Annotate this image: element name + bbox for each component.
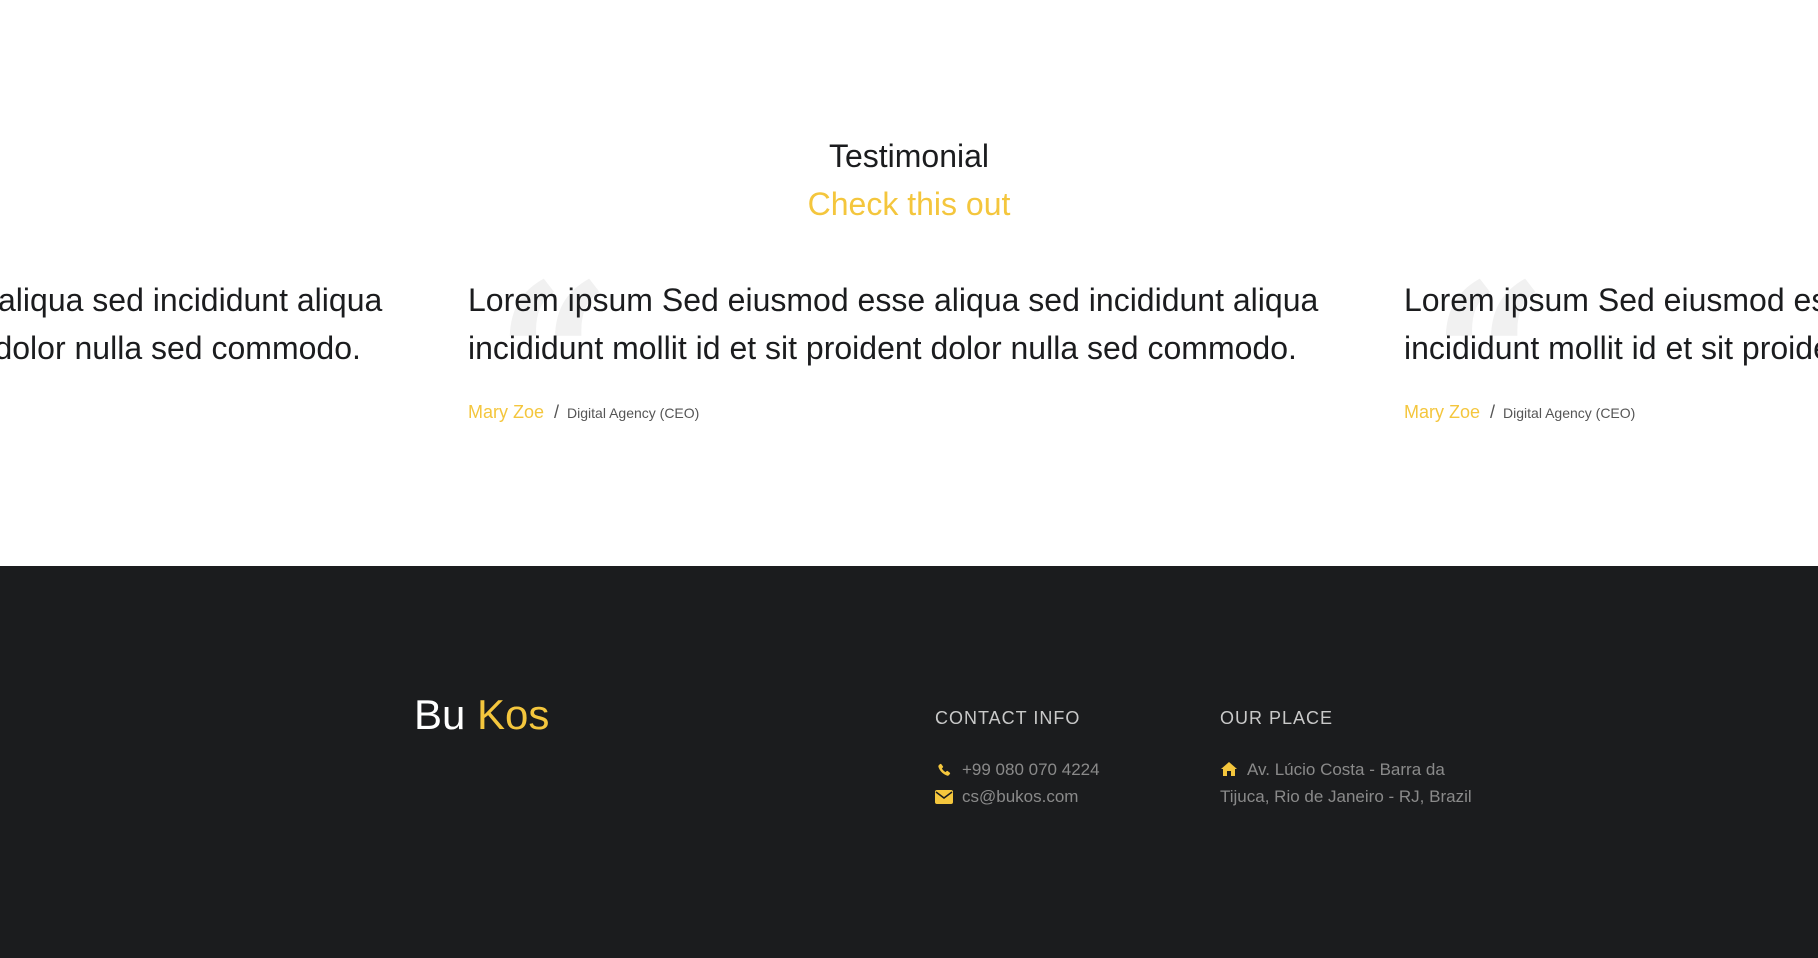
quote-line-1: Lorem ipsum Sed eiusmod esse aliqua sed … — [468, 282, 1319, 318]
contact-info-title: CONTACT INFO — [935, 708, 1081, 728]
quote-text: Lorem ipsum Sed eiusmod esse aliqua sed … — [1404, 276, 1818, 372]
address: Av. Lúcio Costa - Barra da Tijuca, Rio d… — [1220, 756, 1482, 810]
testimonial-section: Testimonial Check this out “ Lorem ipsum… — [0, 0, 1818, 566]
phone-icon — [935, 761, 953, 779]
quote-line-1: Lorem ipsum Sed eiusmod esse aliqua sed … — [0, 282, 383, 318]
logo-text-accent: Kos — [477, 691, 550, 738]
section-subheading: Check this out — [807, 186, 1011, 222]
testimonial-slide-next[interactable]: “ Lorem ipsum Sed eiusmod esse aliqua se… — [1404, 258, 1818, 458]
quote-text: Lorem ipsum Sed eiusmod esse aliqua sed … — [0, 276, 432, 372]
author-role: Digital Agency (CEO) — [567, 405, 700, 421]
envelope-icon — [935, 788, 953, 806]
phone-number: +99 080 070 4224 — [962, 760, 1100, 779]
quote-author: Mary Zoe / Digital Agency (CEO) — [1404, 402, 1818, 423]
email-address: cs@bukos.com — [962, 787, 1079, 806]
quote-line-2: incididunt mollit id et sit proident dol… — [1404, 330, 1818, 366]
quote-line-1: Lorem ipsum Sed eiusmod esse aliqua sed … — [1404, 282, 1818, 318]
footer-logo[interactable]: Bu Kos — [414, 690, 549, 740]
author-name: Mary Zoe — [1404, 402, 1481, 422]
home-icon — [1220, 758, 1238, 776]
testimonial-slide-prev[interactable]: “ Lorem ipsum Sed eiusmod esse aliqua se… — [0, 276, 432, 436]
our-place-title: OUR PLACE — [1220, 708, 1334, 728]
author-name: Mary Zoe — [468, 402, 545, 422]
address-text: Av. Lúcio Costa - Barra da Tijuca, Rio d… — [1220, 760, 1472, 806]
quote-line-2: incididunt mollit id et sit proident dol… — [468, 330, 1297, 366]
author-separator: / — [554, 402, 560, 422]
our-place-column: OUR PLACE Av. Lúcio Costa - Barra da Tij… — [1220, 706, 1482, 810]
logo-text-primary: Bu — [414, 691, 466, 738]
contact-email[interactable]: cs@bukos.com — [935, 783, 1100, 810]
quote-text: Lorem ipsum Sed eiusmod esse aliqua sed … — [468, 276, 1368, 372]
quote-author: Mary Zoe / Digital Agency (CEO) — [468, 402, 1368, 423]
contact-info-column: CONTACT INFO +99 080 070 4224 cs@bukos.c… — [935, 706, 1100, 810]
quote-line-2: incididunt mollit id et sit proident dol… — [0, 330, 361, 366]
author-separator: / — [1490, 402, 1496, 422]
contact-phone[interactable]: +99 080 070 4224 — [935, 756, 1100, 783]
section-heading: Testimonial — [828, 138, 990, 174]
site-footer: Bu Kos CONTACT INFO +99 080 070 4224 cs@… — [0, 566, 1818, 958]
testimonial-slide-active[interactable]: “ Lorem ipsum Sed eiusmod esse aliqua se… — [468, 258, 1368, 458]
author-role: Digital Agency (CEO) — [1503, 405, 1636, 421]
